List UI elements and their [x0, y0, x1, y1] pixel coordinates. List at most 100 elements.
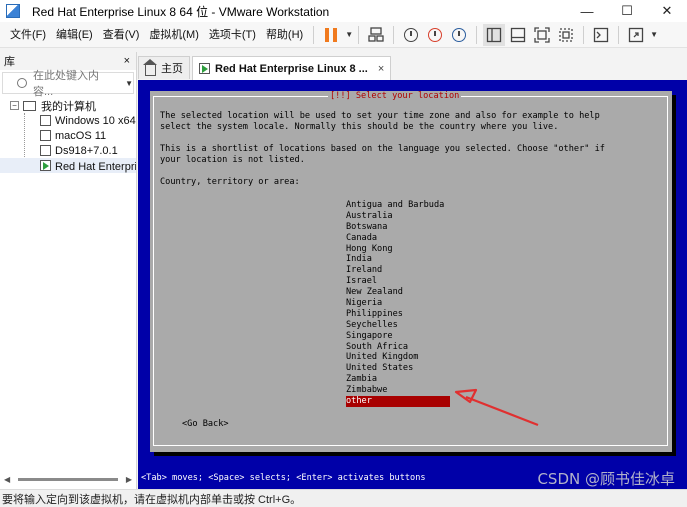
chevron-down-icon[interactable]: ▼: [125, 79, 133, 88]
location-item-selected[interactable]: other: [346, 396, 450, 407]
toolbar-divider: [313, 25, 315, 44]
tree-item-vm[interactable]: Windows 10 x64: [0, 113, 136, 128]
library-horizontal-scrollbar[interactable]: ◀ ▶: [4, 473, 132, 485]
description-line: The selected location will be used to se…: [160, 111, 600, 121]
bottom-panel-layout-icon: [510, 27, 526, 42]
tree-label: 我的计算机: [41, 100, 96, 113]
library-search-input[interactable]: 在此处键入内容... ▼: [2, 70, 134, 98]
installer-help-line: <Tab> moves; <Space> selects; <Enter> ac…: [141, 473, 426, 483]
tab-home[interactable]: 主页: [138, 56, 190, 79]
toolbar-divider: [476, 25, 478, 44]
home-icon: [143, 58, 157, 76]
chevron-down-icon[interactable]: ▼: [650, 30, 658, 39]
fullscreen-button[interactable]: [531, 24, 553, 46]
menu-tabs[interactable]: 选项卡(T): [204, 25, 261, 45]
location-item[interactable]: Zimbabwe: [346, 385, 450, 396]
window-controls: — ☐ ✕: [567, 0, 687, 22]
sidebar-layout-icon: [486, 27, 502, 42]
vm-running-icon: [40, 160, 51, 171]
library-panel: 库 × 在此处键入内容... ▼ − 我的计算机 Windows 10 x64 …: [0, 52, 137, 489]
location-item[interactable]: United Kingdom: [346, 352, 450, 363]
snapshot-manager-button[interactable]: [448, 24, 470, 46]
stretch-guest-icon: [628, 27, 644, 42]
menu-file[interactable]: 文件(F): [5, 25, 51, 45]
toolbar-divider: [393, 25, 395, 44]
go-back-button[interactable]: <Go Back>: [182, 419, 229, 430]
library-close-icon[interactable]: ×: [124, 55, 130, 67]
snapshot-button[interactable]: [400, 24, 422, 46]
vm-icon: [40, 130, 51, 141]
chevron-down-icon[interactable]: ▼: [345, 30, 353, 39]
vm-icon: [40, 115, 51, 126]
tree-item-vm-active[interactable]: Red Hat Enterprise Linux 8 64 位: [0, 158, 136, 173]
tab-bar: 主页 Red Hat Enterprise Linux 8 ... ×: [138, 56, 393, 80]
tree-item-my-computer[interactable]: − 我的计算机: [0, 98, 136, 113]
location-item[interactable]: Botswana: [346, 222, 450, 233]
location-item[interactable]: Zambia: [346, 374, 450, 385]
location-item[interactable]: Canada: [346, 233, 450, 244]
close-button[interactable]: ✕: [647, 0, 687, 22]
scroll-right-icon[interactable]: ▶: [126, 475, 132, 484]
location-item[interactable]: Ireland: [346, 265, 450, 276]
pause-button[interactable]: [320, 24, 342, 46]
list-prompt: Country, territory or area:: [160, 177, 300, 187]
location-item[interactable]: Seychelles: [346, 320, 450, 331]
computer-icon: [23, 100, 36, 111]
description-line: select the system locale. Normally this …: [160, 122, 559, 132]
tree-label: macOS 11: [55, 129, 107, 142]
console-view-button[interactable]: [590, 24, 612, 46]
vm-console[interactable]: [!!] Select your location The selected l…: [138, 80, 687, 489]
location-list: Antigua and Barbuda Australia Botswana C…: [346, 200, 450, 407]
tab-label: Red Hat Enterprise Linux 8 ...: [215, 62, 368, 75]
menu-help[interactable]: 帮助(H): [261, 25, 308, 45]
menu-edit[interactable]: 编辑(E): [51, 25, 98, 45]
thumbnail-bar-button[interactable]: [507, 24, 529, 46]
window-title: Red Hat Enterprise Linux 8 64 位 - VMware…: [32, 4, 330, 19]
toolbar-divider: [583, 25, 585, 44]
status-bar: 要将输入定向到该虚拟机，请在虚拟机内部单击或按 Ctrl+G。: [0, 489, 687, 507]
tab-rhel-vm[interactable]: Red Hat Enterprise Linux 8 ... ×: [192, 56, 392, 80]
snapshot-icon: [404, 27, 419, 42]
csdn-watermark: CSDN @顾书佳冰卓: [537, 470, 675, 489]
location-item[interactable]: New Zealand: [346, 287, 450, 298]
tree-item-vm[interactable]: Ds918+7.0.1: [0, 143, 136, 158]
scrollbar-thumb[interactable]: [18, 477, 118, 481]
location-item[interactable]: Australia: [346, 211, 450, 222]
annotation-arrow-icon: [454, 388, 539, 427]
terminal-icon: [593, 27, 609, 42]
status-text: 要将输入定向到该虚拟机，请在虚拟机内部单击或按 Ctrl+G。: [2, 493, 302, 506]
dialog-title: [!!] Select your location: [328, 91, 462, 102]
scroll-left-icon[interactable]: ◀: [4, 475, 10, 484]
tab-close-icon[interactable]: ×: [378, 63, 384, 75]
vm-icon: [40, 145, 51, 156]
minimize-button[interactable]: —: [567, 0, 607, 22]
location-item[interactable]: Philippines: [346, 309, 450, 320]
tree-item-vm[interactable]: macOS 11: [0, 128, 136, 143]
location-item[interactable]: Singapore: [346, 331, 450, 342]
maximize-button[interactable]: ☐: [607, 0, 647, 22]
location-item[interactable]: India: [346, 254, 450, 265]
library-title: 库: [4, 56, 15, 68]
location-item[interactable]: Nigeria: [346, 298, 450, 309]
unity-button[interactable]: [555, 24, 577, 46]
menu-view[interactable]: 查看(V): [98, 25, 145, 45]
stretch-button[interactable]: [625, 24, 647, 46]
location-item[interactable]: United States: [346, 363, 450, 374]
menu-bar: 文件(F) 编辑(E) 查看(V) 虚拟机(M) 选项卡(T) 帮助(H) ▼: [0, 22, 687, 48]
location-item[interactable]: Antigua and Barbuda: [346, 200, 450, 211]
revert-snapshot-button[interactable]: [424, 24, 446, 46]
toolbar-divider: [618, 25, 620, 44]
toolbar-divider: [358, 25, 360, 44]
location-item[interactable]: Israel: [346, 276, 450, 287]
location-item[interactable]: South Africa: [346, 342, 450, 353]
send-ctrl-alt-del-button[interactable]: [365, 24, 387, 46]
show-library-button[interactable]: [483, 23, 506, 46]
description-line: your location is not listed.: [160, 155, 305, 165]
menu-vm[interactable]: 虚拟机(M): [144, 25, 204, 45]
fullscreen-icon: [534, 26, 550, 43]
location-item[interactable]: Hong Kong: [346, 244, 450, 255]
location-dialog: [!!] Select your location The selected l…: [150, 91, 672, 452]
collapse-icon[interactable]: −: [10, 101, 19, 110]
pause-icon: [325, 27, 338, 42]
search-placeholder: 在此处键入内容...: [33, 70, 99, 98]
